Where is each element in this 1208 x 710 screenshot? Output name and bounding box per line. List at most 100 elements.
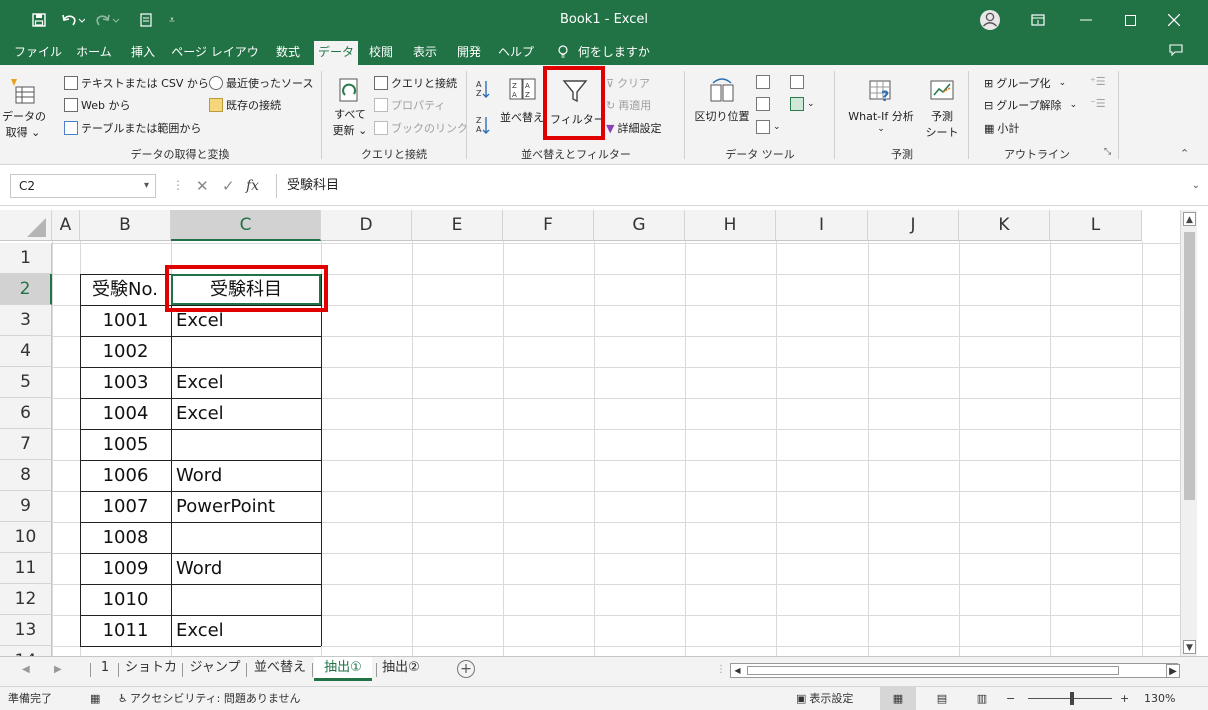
insert-function-button[interactable]: fx	[246, 174, 259, 198]
tab-split-handle-icon[interactable]: ⋮	[716, 664, 726, 675]
scroll-up-icon[interactable]: ▲	[1183, 212, 1196, 226]
row-header-11[interactable]: 11	[0, 553, 52, 584]
column-header-K[interactable]: K	[959, 210, 1050, 241]
ribbon-display-icon[interactable]	[1024, 0, 1052, 40]
zoom-level[interactable]: 130%	[1144, 687, 1175, 710]
column-header-D[interactable]: D	[321, 210, 412, 241]
cell-C5[interactable]: Excel	[172, 367, 320, 398]
sheet-tab[interactable]: 1	[96, 657, 114, 681]
horizontal-scrollbar[interactable]: ◀	[730, 663, 1178, 678]
tab-file[interactable]: ファイル	[14, 40, 62, 65]
show-detail-icon[interactable]: ⁺☰	[1090, 75, 1106, 88]
subtotal-button[interactable]: ▦ 小計	[984, 120, 1019, 136]
select-all-button[interactable]	[0, 210, 52, 241]
comments-icon[interactable]	[1164, 40, 1188, 65]
row-header-10[interactable]: 10	[0, 522, 52, 553]
zoom-slider-thumb[interactable]	[1070, 692, 1074, 705]
cell-C9[interactable]: PowerPoint	[172, 491, 320, 522]
sort-descending-icon[interactable]: ZA	[476, 115, 490, 135]
enter-icon[interactable]: ✓	[222, 174, 235, 198]
page-break-view-icon[interactable]: ▥	[970, 687, 994, 710]
maximize-button[interactable]	[1107, 0, 1153, 40]
row-header-8[interactable]: 8	[0, 460, 52, 491]
column-header-C[interactable]: C	[171, 210, 321, 241]
recent-sources-button[interactable]: 最近使ったソース	[209, 75, 313, 91]
formula-bar-grip-icon[interactable]: ⋮	[172, 178, 184, 192]
flash-fill-icon[interactable]	[756, 75, 773, 89]
tab-home[interactable]: ホーム	[72, 40, 116, 65]
cell-C11[interactable]: Word	[172, 553, 320, 584]
form-icon[interactable]	[136, 0, 156, 40]
tab-developer[interactable]: 開発	[450, 40, 488, 65]
save-icon[interactable]	[28, 0, 50, 40]
column-header-I[interactable]: I	[776, 210, 868, 241]
cancel-icon[interactable]: ✕	[196, 174, 209, 198]
column-header-H[interactable]: H	[685, 210, 776, 241]
cell-B10[interactable]: 1008	[80, 522, 171, 553]
consolidate-icon[interactable]	[790, 75, 807, 89]
cell-C4[interactable]	[172, 336, 320, 367]
sheet-tab[interactable]: 抽出①	[314, 657, 372, 681]
row-header-1[interactable]: 1	[0, 243, 52, 274]
from-text-csv-button[interactable]: テキストまたは CSV から	[64, 75, 209, 91]
row-header-5[interactable]: 5	[0, 367, 52, 398]
row-header-3[interactable]: 3	[0, 305, 52, 336]
column-header-B[interactable]: B	[80, 210, 171, 241]
cell-B6[interactable]: 1004	[80, 398, 171, 429]
cell-B3[interactable]: 1001	[80, 305, 171, 336]
row-header-13[interactable]: 13	[0, 615, 52, 646]
cell-C8[interactable]: Word	[172, 460, 320, 491]
row-header-14[interactable]: 14	[0, 646, 52, 656]
column-header-G[interactable]: G	[594, 210, 685, 241]
vertical-scrollbar[interactable]: ▲ ▼	[1180, 210, 1197, 656]
sheet-tab[interactable]: 抽出②	[376, 657, 426, 681]
refresh-all-button[interactable]: すべて 更新 ⌄	[330, 77, 370, 138]
cell-C13[interactable]: Excel	[172, 615, 320, 646]
what-if-button[interactable]: ? What-If 分析 ⌄	[842, 77, 920, 134]
properties-button[interactable]: プロパティ	[374, 97, 445, 113]
cell-B8[interactable]: 1006	[80, 460, 171, 491]
scroll-left-icon[interactable]: ◀	[731, 664, 744, 677]
zoom-out-button[interactable]: −	[1006, 687, 1015, 710]
cell-B4[interactable]: 1002	[80, 336, 171, 367]
cell-B13[interactable]: 1011	[80, 615, 171, 646]
data-validation-icon[interactable]: ⌄	[756, 120, 781, 134]
reapply-button[interactable]: ↻ 再適用	[606, 97, 651, 113]
add-sheet-button[interactable]: +	[457, 660, 475, 678]
minimize-button[interactable]	[1063, 0, 1109, 40]
collapse-ribbon-icon[interactable]: ⌃	[1180, 147, 1189, 160]
sheet-tab[interactable]: ショトカ	[124, 657, 178, 681]
cell-B7[interactable]: 1005	[80, 429, 171, 460]
next-sheet-icon[interactable]: ▶	[54, 664, 62, 675]
name-box[interactable]: C2 ▾	[10, 174, 156, 198]
tab-formulas[interactable]: 数式	[268, 40, 308, 65]
sheet-tab[interactable]: ジャンプ	[188, 657, 242, 681]
accessibility-button[interactable]: ♿ アクセシビリティ: 問題ありません	[118, 687, 301, 710]
scroll-right-icon[interactable]: ▶	[1166, 664, 1180, 678]
text-to-columns-button[interactable]: 区切り位置	[692, 77, 752, 124]
cell-B12[interactable]: 1010	[80, 584, 171, 615]
horizontal-scroll-thumb[interactable]	[747, 666, 1119, 675]
normal-view-icon[interactable]: ▦	[880, 687, 916, 710]
cell-B5[interactable]: 1003	[80, 367, 171, 398]
sort-button[interactable]: ZAAZ 並べ替え	[498, 77, 546, 125]
row-header-2[interactable]: 2	[0, 274, 52, 305]
zoom-in-button[interactable]: +	[1120, 687, 1129, 710]
existing-connections-button[interactable]: 既存の接続	[209, 97, 281, 113]
scroll-down-icon[interactable]: ▼	[1183, 640, 1196, 654]
tell-me-search[interactable]: 何をしますか	[558, 40, 668, 65]
cell-B11[interactable]: 1009	[80, 553, 171, 584]
tab-page-layout[interactable]: ページ レイアウト	[168, 40, 262, 84]
formula-input[interactable]: 受験科目	[276, 174, 1188, 198]
row-header-12[interactable]: 12	[0, 584, 52, 615]
from-web-button[interactable]: Web から	[64, 97, 130, 113]
clear-filter-button[interactable]: ⊽ クリア	[606, 75, 650, 91]
forecast-sheet-button[interactable]: 予測 シート	[922, 77, 962, 140]
cell-B9[interactable]: 1007	[80, 491, 171, 522]
outline-settings-launcher-icon[interactable]: ⤡	[1104, 147, 1111, 157]
cell-B2[interactable]: 受験No.	[80, 274, 170, 305]
macro-record-icon[interactable]: ▦	[90, 687, 100, 710]
expand-formula-bar-icon[interactable]: ⌄	[1192, 180, 1200, 191]
row-header-7[interactable]: 7	[0, 429, 52, 460]
tab-insert[interactable]: 挿入	[124, 40, 162, 65]
